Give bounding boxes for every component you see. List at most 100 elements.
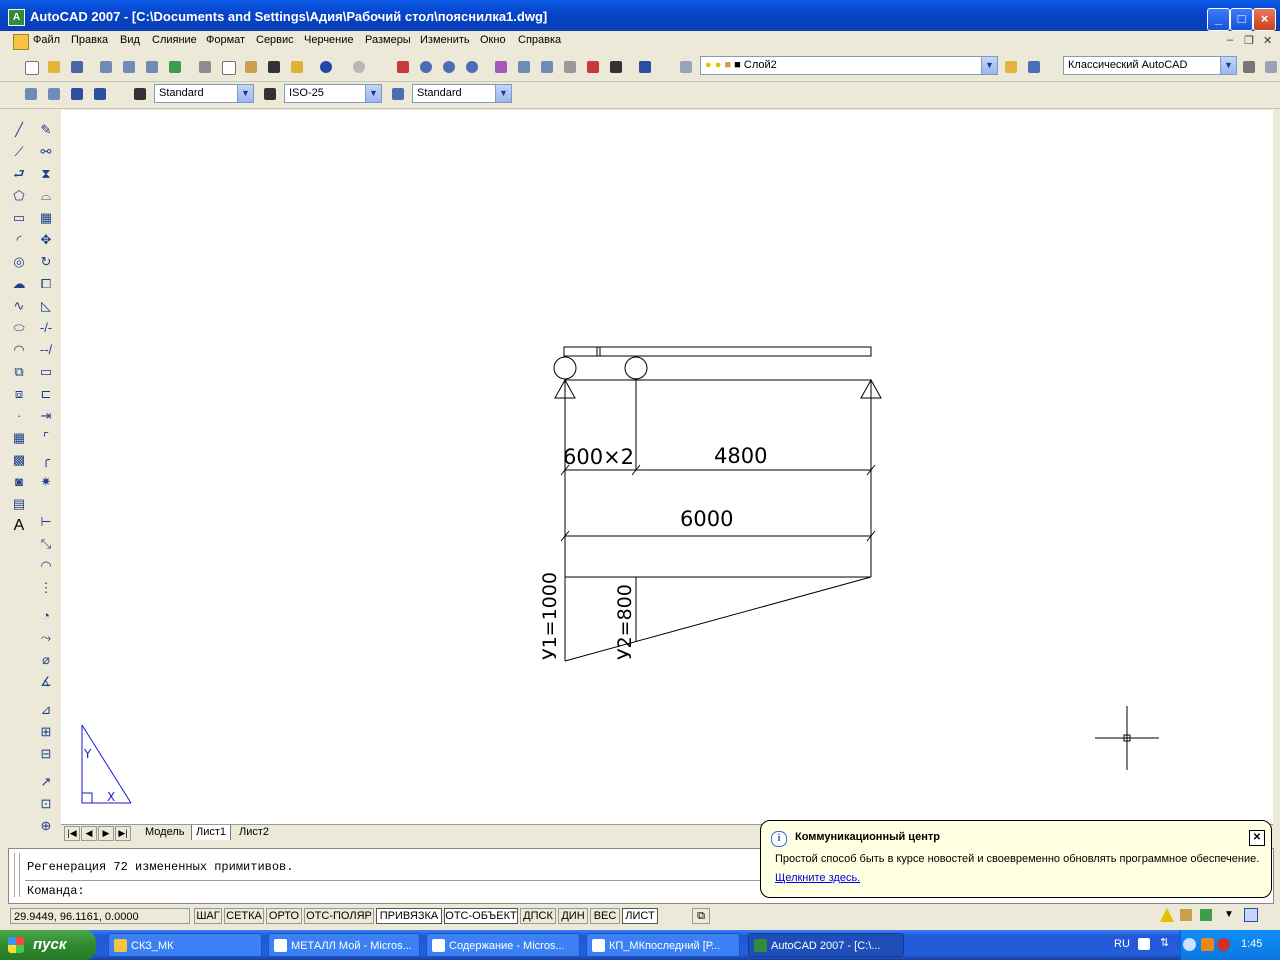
copy-object-icon[interactable]: ⚯ xyxy=(36,142,56,162)
insert-block-icon[interactable]: ⧉ xyxy=(9,362,29,382)
balloon-link[interactable]: Щелкните здесь. xyxy=(775,872,860,884)
extend-icon[interactable]: --/ xyxy=(36,340,56,360)
block-editor-icon[interactable] xyxy=(288,58,306,76)
zoom-realtime-icon[interactable] xyxy=(417,58,435,76)
hatch-icon[interactable]: ▦ xyxy=(9,428,29,448)
angular-dimension-icon[interactable]: ∡ xyxy=(36,672,56,692)
stretch-icon[interactable]: ◺ xyxy=(36,296,56,316)
menu-help[interactable]: Справка xyxy=(518,34,561,46)
osnap-toggle[interactable]: ПРИВЯЗКА xyxy=(376,908,442,924)
polyline-icon[interactable]: ⮐ xyxy=(9,164,29,184)
undo-icon[interactable] xyxy=(317,58,335,76)
linear-dimension-icon[interactable]: ⊢ xyxy=(36,512,56,532)
dim-style-combo[interactable]: ISO-25 ▼ xyxy=(284,84,382,103)
opera-tray-icon[interactable] xyxy=(1217,938,1230,951)
design-center-icon[interactable] xyxy=(515,58,533,76)
make-layer-current-icon[interactable] xyxy=(1002,58,1020,76)
pan-realtime-icon[interactable] xyxy=(394,58,412,76)
menu-draw[interactable]: Черчение xyxy=(304,34,354,46)
chamfer-icon[interactable]: ⌜ xyxy=(36,428,56,448)
minimize-button[interactable]: _ xyxy=(1207,8,1230,31)
draworder-back-icon[interactable] xyxy=(45,85,63,103)
table-style-icon[interactable] xyxy=(389,85,407,103)
otrack-toggle[interactable]: ОТС-ОБЪЕКТ xyxy=(444,908,518,924)
menu-dimension[interactable]: Размеры xyxy=(365,34,411,46)
maximize-viewport-icon[interactable]: ⧉ xyxy=(692,908,710,924)
first-tab-icon[interactable]: |◀ xyxy=(64,826,80,841)
media-tray-icon[interactable] xyxy=(1201,938,1214,951)
help-tray-icon[interactable] xyxy=(1138,938,1150,950)
cut-icon[interactable] xyxy=(196,58,214,76)
lineweight-toggle[interactable]: ВЕС xyxy=(590,908,620,924)
chevron-down-icon[interactable]: ▼ xyxy=(237,85,253,102)
workspace-settings-icon[interactable] xyxy=(1240,58,1258,76)
zoom-previous-icon[interactable] xyxy=(463,58,481,76)
menu-edit[interactable]: Правка xyxy=(71,34,108,46)
properties-icon[interactable] xyxy=(492,58,510,76)
document-icon[interactable] xyxy=(13,34,29,50)
taskbar-item-word-2[interactable]: Содержание - Micros... xyxy=(426,933,580,957)
grid-toggle[interactable]: СЕТКА xyxy=(224,908,264,924)
center-mark-icon[interactable]: ⊕ xyxy=(36,816,56,836)
text-style-combo[interactable]: Standard ▼ xyxy=(154,84,254,103)
taskbar-item-autocad[interactable]: AutoCAD 2007 - [C:\... xyxy=(748,933,904,957)
construction-line-icon[interactable]: ⟋ xyxy=(9,142,29,162)
dyn-toggle[interactable]: ДИН xyxy=(558,908,588,924)
markup-icon[interactable] xyxy=(584,58,602,76)
spline-icon[interactable]: ∿ xyxy=(9,296,29,316)
workspace-combo[interactable]: Классический AutoCAD ▼ xyxy=(1063,56,1237,75)
zoom-window-icon[interactable] xyxy=(440,58,458,76)
ellipse-arc-icon[interactable]: ◠ xyxy=(9,340,29,360)
chevron-down-icon[interactable]: ▼ xyxy=(365,85,381,102)
paper-toggle[interactable]: ЛИСТ xyxy=(622,908,658,924)
offset-icon[interactable]: ⌓ xyxy=(36,186,56,206)
trim-icon[interactable]: -/- xyxy=(36,318,56,338)
tab-model[interactable]: Модель xyxy=(141,825,188,840)
snap-toggle[interactable]: ШАГ xyxy=(194,908,222,924)
layer-previous-icon[interactable] xyxy=(1025,58,1043,76)
calculator-icon[interactable] xyxy=(607,58,625,76)
taskbar-item-folder[interactable]: СКЗ_МК xyxy=(108,933,262,957)
network-tray-icon[interactable]: ⇅ xyxy=(1160,936,1169,949)
menu-modify[interactable]: Изменить xyxy=(420,34,470,46)
rectangle-icon[interactable]: ▭ xyxy=(9,208,29,228)
tab-layout2[interactable]: Лист2 xyxy=(235,825,273,840)
language-indicator[interactable]: RU xyxy=(1114,938,1130,950)
join-icon[interactable]: ⊏ xyxy=(36,384,56,404)
command-prompt[interactable]: Команда: xyxy=(27,884,85,898)
point-icon[interactable]: · xyxy=(9,406,29,426)
ellipse-icon[interactable]: ⬭ xyxy=(9,318,29,338)
taskbar-item-word-1[interactable]: МЕТАЛЛ Мой - Micros... xyxy=(268,933,420,957)
fillet-icon[interactable]: ╭ xyxy=(36,450,56,470)
radius-dimension-icon[interactable]: ◔ xyxy=(36,606,56,626)
table-icon[interactable]: ▤ xyxy=(9,494,29,514)
balloon-close-button[interactable]: ✕ xyxy=(1249,830,1265,846)
baseline-dimension-icon[interactable]: ⊞ xyxy=(36,722,56,742)
rotate-icon[interactable]: ↻ xyxy=(36,252,56,272)
region-icon[interactable]: ◙ xyxy=(9,472,29,492)
continue-dimension-icon[interactable]: ⊟ xyxy=(36,744,56,764)
menu-window[interactable]: Окно xyxy=(480,34,506,46)
menu-merge[interactable]: Слияние xyxy=(152,34,197,46)
jogged-dimension-icon[interactable]: ⤳ xyxy=(36,628,56,648)
menu-view[interactable]: Вид xyxy=(120,34,140,46)
autocad-app-icon[interactable]: A xyxy=(8,9,25,26)
arc-icon[interactable]: ◜ xyxy=(9,230,29,250)
match-properties-icon[interactable] xyxy=(265,58,283,76)
text-style-icon[interactable] xyxy=(131,85,149,103)
start-button[interactable]: пуск xyxy=(0,930,96,960)
polygon-icon[interactable]: ⬠ xyxy=(9,186,29,206)
line-icon[interactable]: ╱ xyxy=(9,120,29,140)
publish-icon[interactable] xyxy=(143,58,161,76)
save-icon[interactable] xyxy=(68,58,86,76)
sheet-set-icon[interactable] xyxy=(561,58,579,76)
draworder-under-icon[interactable] xyxy=(91,85,109,103)
coordinates-readout[interactable]: 29.9449, 96.1161, 0.0000 xyxy=(10,908,190,924)
dim-style-icon[interactable] xyxy=(261,85,279,103)
aligned-dimension-icon[interactable]: ⤡ xyxy=(36,534,56,554)
layer-combo[interactable]: ● ● ■ ■ Слой2 ▼ xyxy=(700,56,998,75)
help-icon[interactable] xyxy=(636,58,654,76)
copy-icon[interactable] xyxy=(219,58,237,76)
redo-icon[interactable] xyxy=(350,58,368,76)
circle-icon[interactable]: ◎ xyxy=(9,252,29,272)
